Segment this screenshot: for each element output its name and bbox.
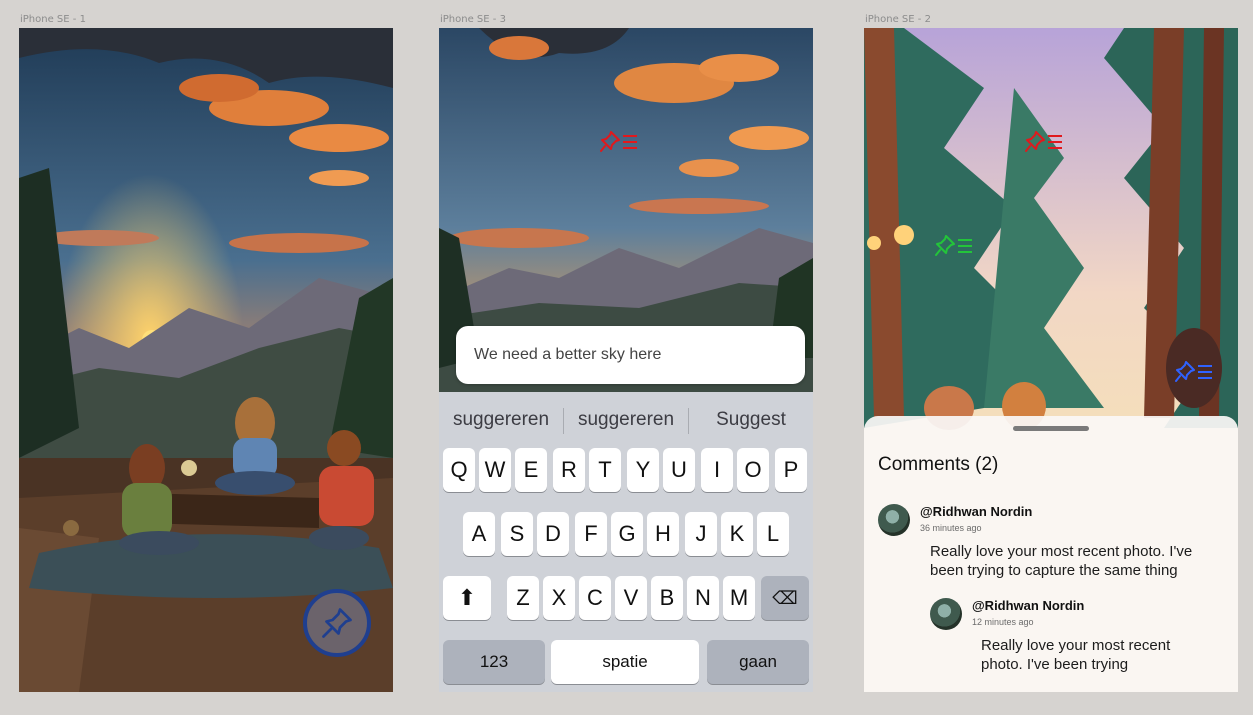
shift-key[interactable]: ⬆ [443, 576, 491, 620]
comment-time: 36 minutes ago [920, 523, 982, 533]
pin-fab-button[interactable] [303, 589, 371, 657]
key-x[interactable]: X [543, 576, 575, 620]
go-key[interactable]: gaan [707, 640, 809, 684]
key-b[interactable]: B [651, 576, 683, 620]
key-a[interactable]: A [463, 512, 495, 556]
frame-label-3: iPhone SE - 3 [440, 14, 506, 25]
avatar[interactable] [878, 504, 910, 536]
key-f[interactable]: F [575, 512, 607, 556]
key-z[interactable]: Z [507, 576, 539, 620]
key-r[interactable]: R [553, 448, 585, 492]
key-i[interactable]: I [701, 448, 733, 492]
numbers-key[interactable]: 123 [443, 640, 545, 684]
sheet-drag-handle[interactable] [1013, 426, 1089, 431]
backspace-key[interactable]: ⌫ [761, 576, 809, 620]
space-key[interactable]: spatie [551, 640, 699, 684]
key-y[interactable]: Y [627, 448, 659, 492]
key-q[interactable]: Q [443, 448, 475, 492]
key-v[interactable]: V [615, 576, 647, 620]
comments-title: Comments (2) [878, 454, 999, 475]
key-s[interactable]: S [501, 512, 533, 556]
key-u[interactable]: U [663, 448, 695, 492]
comment-input[interactable]: We need a better sky here [456, 326, 805, 384]
key-w[interactable]: W [479, 448, 511, 492]
frame-label-2: iPhone SE - 2 [865, 14, 931, 25]
reply-body: Really love your most recent photo. I've… [981, 637, 1171, 673]
pin-icon [322, 608, 352, 638]
key-d[interactable]: D [537, 512, 569, 556]
key-l[interactable]: L [757, 512, 789, 556]
frame-label-1: iPhone SE - 1 [20, 14, 86, 25]
key-e[interactable]: E [515, 448, 547, 492]
phone-frame-1 [19, 28, 393, 692]
key-k[interactable]: K [721, 512, 753, 556]
key-o[interactable]: O [737, 448, 769, 492]
pin-list-icon-green[interactable] [934, 232, 974, 262]
reply-author[interactable]: @Ridhwan Nordin [972, 598, 1084, 613]
comment-body: Really love your most recent photo. I've… [930, 543, 1193, 579]
suggestion-3[interactable]: Suggest [689, 402, 813, 438]
suggestion-1[interactable]: suggereren [439, 402, 563, 438]
key-p[interactable]: P [775, 448, 807, 492]
pin-list-icon-red[interactable] [1024, 128, 1064, 158]
key-j[interactable]: J [685, 512, 717, 556]
key-n[interactable]: N [687, 576, 719, 620]
on-screen-keyboard: suggereren suggereren Suggest Q W E R T … [439, 392, 813, 692]
key-c[interactable]: C [579, 576, 611, 620]
key-h[interactable]: H [647, 512, 679, 556]
key-g[interactable]: G [611, 512, 643, 556]
comment-input-value: We need a better sky here [474, 346, 662, 363]
phone-frame-2: Comments (2) @Ridhwan Nordin 36 minutes … [864, 28, 1238, 692]
key-t[interactable]: T [589, 448, 621, 492]
comment-author[interactable]: @Ridhwan Nordin [920, 504, 1032, 519]
phone-frame-3: We need a better sky here suggereren sug… [439, 28, 813, 692]
pin-list-icon[interactable] [599, 128, 639, 158]
comments-sheet: Comments (2) @Ridhwan Nordin 36 minutes … [864, 416, 1238, 692]
key-m[interactable]: M [723, 576, 755, 620]
reply-time: 12 minutes ago [972, 617, 1034, 627]
avatar-reply[interactable] [930, 598, 962, 630]
suggestion-2[interactable]: suggereren [564, 402, 688, 438]
pin-list-icon-blue[interactable] [1174, 358, 1214, 388]
